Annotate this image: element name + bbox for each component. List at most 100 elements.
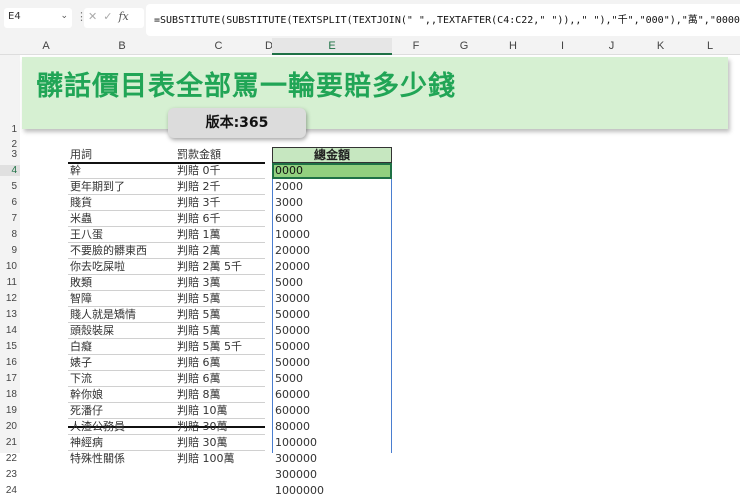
- column-header-B[interactable]: B: [72, 38, 172, 55]
- term-cell[interactable]: 幹你娘: [70, 387, 103, 403]
- term-cell[interactable]: 不要臉的髒東西: [70, 243, 147, 259]
- column-header-H[interactable]: H: [488, 38, 538, 55]
- term-cell[interactable]: 下流: [70, 371, 92, 387]
- fine-cell[interactable]: 判賠 5萬: [177, 323, 221, 339]
- total-cell[interactable]: 6000: [275, 211, 303, 227]
- row-header-5[interactable]: 5: [0, 181, 20, 192]
- total-cell[interactable]: 10000: [275, 227, 310, 243]
- term-cell[interactable]: 白癡: [70, 339, 92, 355]
- column-header-C[interactable]: C: [172, 38, 265, 55]
- row-header-4[interactable]: 4: [0, 165, 20, 176]
- fine-cell[interactable]: 判賠 6萬: [177, 355, 221, 371]
- row-header-12[interactable]: 12: [0, 293, 20, 304]
- total-cell[interactable]: 100000: [275, 435, 317, 451]
- column-header-K[interactable]: K: [636, 38, 685, 55]
- total-cell[interactable]: 50000: [275, 339, 310, 355]
- column-header-G[interactable]: G: [440, 38, 488, 55]
- fine-cell[interactable]: 判賠 30萬: [177, 435, 228, 451]
- fine-cell[interactable]: 判賠 100萬: [177, 451, 235, 467]
- column-header-E[interactable]: E: [272, 38, 392, 55]
- total-cell[interactable]: 2000: [275, 179, 303, 195]
- column-header-D[interactable]: D: [265, 38, 273, 55]
- total-cell[interactable]: 50000: [275, 355, 310, 371]
- total-cell[interactable]: 0000: [275, 163, 303, 179]
- row-header-13[interactable]: 13: [0, 309, 20, 320]
- header-fine[interactable]: 罰款金額: [177, 147, 221, 163]
- row-header-15[interactable]: 15: [0, 341, 20, 352]
- term-cell[interactable]: 婊子: [70, 355, 92, 371]
- term-cell[interactable]: 賤人就是矯情: [70, 307, 136, 323]
- fine-cell[interactable]: 判賠 0千: [177, 163, 221, 179]
- fine-cell[interactable]: 判賠 2萬: [177, 243, 221, 259]
- fine-cell[interactable]: 判賠 1萬: [177, 227, 221, 243]
- row-header-7[interactable]: 7: [0, 213, 20, 224]
- cancel-icon[interactable]: ✕: [88, 10, 97, 26]
- term-cell[interactable]: 人渣公務員: [70, 419, 125, 435]
- total-cell[interactable]: 5000: [275, 275, 303, 291]
- term-cell[interactable]: 死潘仔: [70, 403, 103, 419]
- row-header-23[interactable]: 23: [0, 469, 20, 480]
- row-header-14[interactable]: 14: [0, 325, 20, 336]
- total-cell[interactable]: 5000: [275, 371, 303, 387]
- row-header-3[interactable]: 3: [0, 149, 20, 160]
- row-header-22[interactable]: 22: [0, 453, 20, 464]
- fine-cell[interactable]: 判賠 8萬: [177, 387, 221, 403]
- chevron-down-icon[interactable]: ⌄: [60, 11, 68, 21]
- insert-function-icon[interactable]: fx: [118, 10, 128, 26]
- total-cell[interactable]: 300000: [275, 451, 317, 467]
- row-header-21[interactable]: 21: [0, 437, 20, 448]
- total-cell[interactable]: 60000: [275, 403, 310, 419]
- column-header-J[interactable]: J: [587, 38, 636, 55]
- fine-cell[interactable]: 判賠 6千: [177, 211, 221, 227]
- column-header-F[interactable]: F: [392, 38, 440, 55]
- fine-cell[interactable]: 判賠 10萬: [177, 403, 228, 419]
- formula-input[interactable]: =SUBSTITUTE(SUBSTITUTE(TEXTSPLIT(TEXTJOI…: [146, 4, 740, 36]
- term-cell[interactable]: 幹: [70, 163, 81, 179]
- total-cell[interactable]: 50000: [275, 323, 310, 339]
- total-cell[interactable]: 50000: [275, 307, 310, 323]
- fine-cell[interactable]: 判賠 5萬 5千: [177, 339, 242, 355]
- row-header-19[interactable]: 19: [0, 405, 20, 416]
- term-cell[interactable]: 王八蛋: [70, 227, 103, 243]
- column-header-A[interactable]: A: [20, 38, 72, 55]
- fine-cell[interactable]: 判賠 6萬: [177, 371, 221, 387]
- row-header-11[interactable]: 11: [0, 277, 20, 288]
- total-cell[interactable]: 20000: [275, 243, 310, 259]
- fine-cell[interactable]: 判賠 5萬: [177, 307, 221, 323]
- total-cell[interactable]: 80000: [275, 419, 310, 435]
- total-cell[interactable]: 1000000: [275, 483, 324, 499]
- term-cell[interactable]: 神經病: [70, 435, 103, 451]
- term-cell[interactable]: 頭殼裝屎: [70, 323, 114, 339]
- row-header-16[interactable]: 16: [0, 357, 20, 368]
- term-cell[interactable]: 特殊性關係: [70, 451, 125, 467]
- row-header-1[interactable]: 1: [0, 124, 20, 135]
- fine-cell[interactable]: 判賠 30萬: [177, 419, 228, 435]
- row-header-18[interactable]: 18: [0, 389, 20, 400]
- column-header-L[interactable]: L: [685, 38, 735, 55]
- row-header-9[interactable]: 9: [0, 245, 20, 256]
- term-cell[interactable]: 智障: [70, 291, 92, 307]
- row-header-24[interactable]: 24: [0, 485, 20, 496]
- term-cell[interactable]: 更年期到了: [70, 179, 125, 195]
- row-header-20[interactable]: 20: [0, 421, 20, 432]
- fine-cell[interactable]: 判賠 2萬 5千: [177, 259, 242, 275]
- name-box[interactable]: E4 ⌄: [4, 8, 72, 28]
- header-term[interactable]: 用詞: [70, 147, 92, 163]
- term-cell[interactable]: 敗類: [70, 275, 92, 291]
- total-cell[interactable]: 30000: [275, 291, 310, 307]
- fine-cell[interactable]: 判賠 5萬: [177, 291, 221, 307]
- term-cell[interactable]: 你去吃屎啦: [70, 259, 125, 275]
- fine-cell[interactable]: 判賠 3千: [177, 195, 221, 211]
- total-cell[interactable]: 20000: [275, 259, 310, 275]
- confirm-icon[interactable]: ✓: [103, 10, 112, 26]
- row-header-8[interactable]: 8: [0, 229, 20, 240]
- column-header-I[interactable]: I: [538, 38, 587, 55]
- row-header-10[interactable]: 10: [0, 261, 20, 272]
- total-cell[interactable]: 60000: [275, 387, 310, 403]
- row-header-6[interactable]: 6: [0, 197, 20, 208]
- total-cell[interactable]: 3000: [275, 195, 303, 211]
- row-header-17[interactable]: 17: [0, 373, 20, 384]
- term-cell[interactable]: 米蟲: [70, 211, 92, 227]
- term-cell[interactable]: 賤貨: [70, 195, 92, 211]
- fine-cell[interactable]: 判賠 2千: [177, 179, 221, 195]
